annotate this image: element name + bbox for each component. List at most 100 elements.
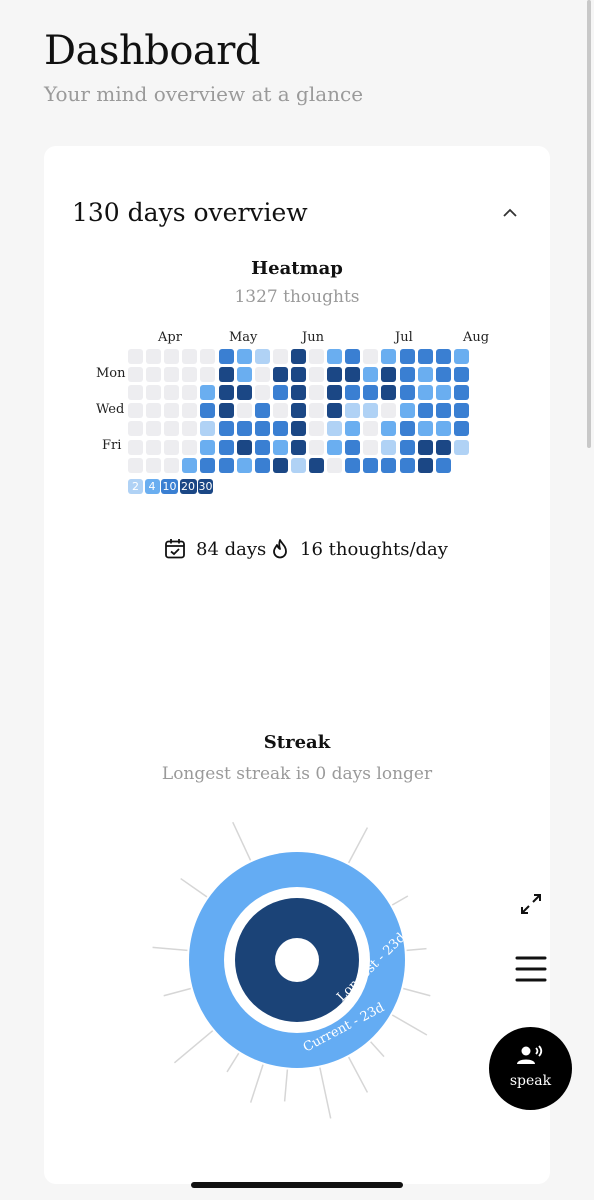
- expand-button[interactable]: [518, 891, 544, 917]
- streak-ray: [391, 895, 409, 906]
- streak-ray: [173, 1030, 214, 1064]
- heatmap-cell: [182, 457, 198, 473]
- heatmap-cell: [327, 403, 343, 419]
- speak-button[interactable]: speak: [489, 1027, 572, 1110]
- heatmap-cell: [435, 421, 451, 437]
- heatmap-cell: [399, 457, 415, 473]
- heatmap-cell: [236, 403, 252, 419]
- heatmap-cell: [417, 367, 433, 383]
- voice-user-icon: [517, 1045, 543, 1064]
- heatmap-cell: [363, 457, 379, 473]
- heatmap-cell: [182, 439, 198, 455]
- heatmap-cell: [453, 367, 469, 383]
- heatmap-cell: [381, 349, 397, 364]
- heatmap-month-label: Jun: [302, 330, 324, 345]
- days-stat-value: 84 days: [196, 538, 267, 560]
- heatmap-cell: [128, 349, 143, 364]
- streak-subtitle: Longest streak is 0 days longer: [161, 764, 433, 784]
- scrollbar[interactable]: [587, 0, 591, 448]
- heatmap-cell: [254, 457, 270, 473]
- heatmap-cell: [128, 421, 143, 437]
- heatmap-cell: [146, 439, 162, 455]
- heatmap-cell: [200, 349, 216, 364]
- days-stat: 84 days: [164, 538, 266, 560]
- heatmap-legend-item: 20: [179, 479, 197, 494]
- heatmap-cell: [363, 385, 379, 401]
- home-indicator[interactable]: [191, 1182, 403, 1188]
- heatmap-cell: [435, 385, 451, 401]
- streak-ray: [391, 1014, 428, 1036]
- heatmap-cell: [146, 403, 162, 419]
- heatmap-cell: [182, 385, 198, 401]
- heatmap-cell: [363, 349, 379, 364]
- streak-ray: [249, 1064, 264, 1103]
- heatmap-cell: [381, 439, 397, 455]
- heatmap-cell: [182, 349, 198, 364]
- heatmap-day-label: Mon: [96, 366, 126, 381]
- streak-ray: [370, 1041, 385, 1058]
- heatmap-cell: [182, 403, 198, 419]
- heatmap-legend-item: 4: [144, 479, 160, 494]
- calendar-check-icon: [165, 539, 185, 559]
- heatmap-cell: [218, 457, 234, 473]
- heatmap-cell: [218, 349, 234, 364]
- heatmap-cell: [399, 349, 415, 364]
- heatmap-cell: [182, 421, 198, 437]
- heatmap-cell: [128, 457, 143, 473]
- heatmap-cell: [200, 385, 216, 401]
- heatmap-cell: [164, 403, 180, 419]
- heatmap-cell: [435, 457, 451, 473]
- streak-ray: [283, 1069, 289, 1102]
- heatmap-cell: [309, 403, 324, 419]
- page-title: Dashboard: [44, 28, 260, 74]
- heatmap-cell: [146, 457, 162, 473]
- heatmap-cell: [236, 457, 252, 473]
- heatmap-cell: [363, 403, 379, 419]
- heatmap-cell: [200, 457, 216, 473]
- heatmap-cell: [435, 439, 451, 455]
- heatmap-cell: [309, 457, 324, 473]
- heatmap-cell: [218, 367, 234, 383]
- heatmap-cell: [164, 421, 180, 437]
- heatmap-cell: [272, 349, 288, 364]
- heatmap-cell: [236, 421, 252, 437]
- heatmap-cell: [254, 439, 270, 455]
- heatmap-cell: [254, 421, 270, 437]
- ring-center: [275, 938, 319, 982]
- heatmap-cell: [417, 385, 433, 401]
- heatmap-cell: [128, 439, 143, 455]
- heatmap-cell: [272, 385, 288, 401]
- heatmap-cell: [128, 403, 143, 419]
- heatmap-cell: [345, 385, 361, 401]
- heatmap-cell: [218, 421, 234, 437]
- streak-ray: [226, 1052, 240, 1073]
- rate-stat-value: 16 thoughts/day: [300, 538, 448, 560]
- heatmap-cell: [363, 367, 379, 383]
- heatmap-cell: [435, 367, 451, 383]
- heatmap-cell: [146, 367, 162, 383]
- streak-chart: Longest - 23d Current - 23d: [152, 821, 431, 1119]
- collapse-button[interactable]: [498, 204, 522, 222]
- streak-ray: [406, 947, 427, 952]
- heatmap-cell: [290, 439, 306, 455]
- heatmap-cell: [345, 457, 361, 473]
- heatmap-cell: [381, 367, 397, 383]
- heatmap-cell: [327, 439, 343, 455]
- heatmap-cell: [164, 367, 180, 383]
- heatmap-cell: [381, 421, 397, 437]
- heatmap-cell: [453, 439, 469, 455]
- heatmap-cell: [327, 367, 343, 383]
- heatmap-cell: [218, 385, 234, 401]
- heatmap-cell: [290, 457, 306, 473]
- heatmap-cell: [290, 421, 306, 437]
- heatmap-cell: [182, 367, 198, 383]
- heatmap-cell: [399, 385, 415, 401]
- heatmap-cell: [399, 421, 415, 437]
- heatmap-cell: [218, 403, 234, 419]
- heatmap-cell: [254, 349, 270, 364]
- heatmap-cell: [345, 367, 361, 383]
- menu-button[interactable]: [515, 955, 547, 983]
- heatmap-cell: [417, 457, 433, 473]
- heatmap-cell: [236, 385, 252, 401]
- heatmap-cell: [236, 349, 252, 364]
